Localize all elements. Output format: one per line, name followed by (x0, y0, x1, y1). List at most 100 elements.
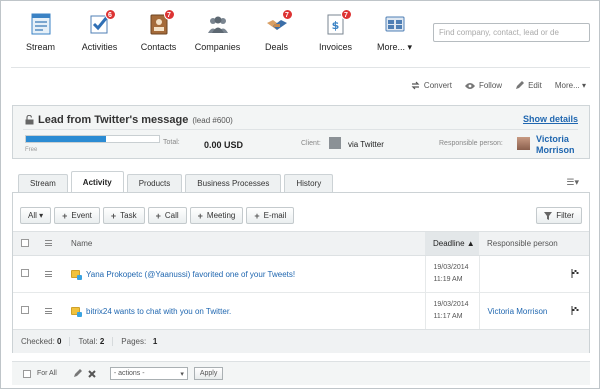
flag-icon[interactable] (571, 305, 580, 315)
activity-toolbar: All ▾ + Event + Task + Call + Meeting + E-mai… (20, 207, 295, 224)
row-checkbox[interactable] (21, 306, 29, 314)
twitter-message-icon (71, 270, 82, 281)
meeting-label: Meeting (206, 211, 236, 220)
checked-value: 0 (57, 337, 62, 346)
responsible-first-name: Victoria (536, 134, 569, 144)
tab-history[interactable]: History (284, 174, 334, 192)
tab-products[interactable]: Products (126, 174, 183, 192)
actions-select[interactable]: - actions - ▾ (109, 367, 188, 380)
row-checkbox[interactable] (21, 269, 29, 277)
stream-icon (30, 13, 52, 35)
lead-progress-bar (25, 135, 160, 143)
tab-business-processes[interactable]: Business Processes (185, 174, 282, 192)
total-count: Total: 2 (70, 337, 114, 346)
convert-label: Convert (423, 81, 452, 90)
group-actions-bar: For All - actions - ▾ Apply (12, 361, 590, 385)
table-footer: Checked: 0 Total: 2 Pages: 1 (13, 329, 589, 353)
deadline-column-header[interactable]: Deadline ▲ (425, 231, 479, 256)
search-box[interactable] (433, 23, 590, 42)
pencil-icon (516, 81, 525, 89)
checked-count: Checked: 0 (13, 337, 71, 346)
divider (23, 129, 578, 130)
nav-label: Invoices (318, 42, 353, 52)
add-task-button[interactable]: + Task (102, 207, 145, 224)
tab-activity[interactable]: Activity (70, 171, 124, 192)
more-actions-button[interactable]: More... ▾ (555, 81, 586, 90)
plus-icon: + (155, 210, 161, 221)
deadline-time: 11:19 AM (433, 276, 463, 283)
add-event-button[interactable]: + Event (54, 207, 100, 224)
total-label: Total: (163, 139, 180, 146)
activities-icon: 6 (89, 9, 116, 35)
add-meeting-button[interactable]: + Meeting (189, 207, 244, 224)
edit-label: Edit (528, 81, 542, 90)
flag-icon[interactable] (571, 268, 580, 278)
responsible-column-header[interactable]: Responsible person (479, 231, 563, 256)
plus-icon: + (197, 210, 203, 221)
actions-select-value: - actions - (113, 370, 145, 377)
edit-button[interactable]: Edit (515, 81, 542, 90)
client-label: Client: (301, 140, 321, 147)
pencil-icon[interactable] (73, 369, 82, 378)
filter-button[interactable]: Filter (536, 207, 582, 224)
tab-stream[interactable]: Stream (18, 174, 68, 192)
row-checkbox-cell (13, 255, 37, 293)
activity-link[interactable]: bitrix24 wants to chat with you on Twitt… (86, 307, 231, 316)
convert-button[interactable]: Convert (411, 81, 452, 90)
tab-menu-icon[interactable]: ☰▾ (566, 177, 579, 188)
delete-icon[interactable] (88, 369, 96, 378)
row-menu-icon[interactable] (45, 307, 52, 314)
nav-stream[interactable]: Stream (11, 13, 70, 57)
eye-icon (464, 82, 475, 89)
tab-bar: Stream Activity Products Business Proces… (18, 171, 334, 192)
divider (11, 67, 590, 68)
settings-cell (37, 231, 63, 256)
pages-value[interactable]: 1 (153, 337, 157, 346)
add-email-button[interactable]: + E-mail (246, 207, 295, 224)
name-column-header[interactable]: Name (63, 231, 425, 256)
nav-more[interactable]: More... ▾ (365, 13, 424, 57)
activity-link[interactable]: Yana Prokopetc (@Yaanussi) favorited one… (86, 270, 295, 279)
apply-button[interactable]: Apply (193, 367, 224, 380)
nav-activities[interactable]: 6 Activities (70, 9, 129, 57)
avatar (517, 137, 530, 150)
add-call-button[interactable]: + Call (147, 207, 187, 224)
all-filter-label: All ▾ (28, 211, 44, 220)
chevron-down-icon: ▾ (180, 370, 184, 378)
select-all-checkbox[interactable] (21, 238, 29, 247)
row-deadline-cell: 19/03/2014 11:17 AM (424, 292, 480, 330)
nav-deals[interactable]: 7 Deals (247, 9, 306, 57)
row-responsible-cell: Victoria Morrison (479, 292, 563, 330)
plus-icon: + (254, 210, 260, 221)
columns-menu-icon[interactable] (45, 240, 52, 246)
nav-invoices[interactable]: $ 7 Invoices (306, 9, 365, 57)
more-icon (384, 13, 406, 35)
plus-icon: + (110, 210, 117, 221)
row-menu-icon[interactable] (45, 270, 52, 277)
show-details-link[interactable]: Show details (523, 114, 578, 124)
for-all-label: For All (37, 370, 57, 377)
nav-label: Contacts (140, 42, 177, 52)
search-input[interactable] (434, 24, 589, 41)
nav-contacts[interactable]: 7 Contacts (129, 9, 188, 57)
email-label: E-mail (263, 211, 287, 220)
row-name-cell: Yana Prokopetc (@Yaanussi) favorited one… (63, 255, 425, 293)
responsible-person-link[interactable]: Victoria Morrison (536, 134, 575, 156)
responsible-link[interactable]: Victoria Morrison (488, 307, 548, 316)
twitter-message-icon (71, 307, 82, 318)
unlock-icon (25, 115, 34, 125)
table-row: bitrix24 wants to chat with you on Twitt… (13, 292, 589, 330)
follow-button[interactable]: Follow (464, 81, 503, 90)
pages-count: Pages: 1 (113, 337, 165, 346)
total-count-value: 2 (99, 337, 105, 346)
nav-companies[interactable]: Companies (188, 13, 247, 57)
all-filter-dropdown[interactable]: All ▾ (20, 207, 52, 224)
for-all-checkbox[interactable] (23, 369, 31, 378)
filter-icon (544, 211, 553, 220)
activities-badge: 6 (104, 9, 116, 20)
follow-label: Follow (478, 81, 503, 90)
contacts-badge: 7 (163, 9, 175, 20)
deadline-date: 19/03/2014 (433, 264, 469, 271)
deals-badge: 7 (281, 9, 293, 20)
deadline-date: 19/03/2014 (433, 301, 469, 308)
